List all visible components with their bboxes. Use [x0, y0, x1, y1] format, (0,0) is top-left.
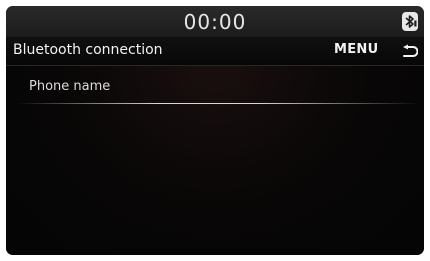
list-item-phone-name[interactable]: Phone name — [16, 72, 420, 104]
status-bar: 00:00 — [6, 6, 424, 37]
list-item-label: Phone name — [29, 79, 111, 94]
menu-button[interactable]: MENU — [334, 42, 378, 57]
clock: 00:00 — [183, 10, 247, 34]
bluetooth-status-icon — [402, 12, 418, 31]
back-arrow-icon[interactable] — [400, 44, 418, 60]
screen: 00:00 Bluetooth connection MENU Phone na… — [6, 6, 424, 255]
page-title: Bluetooth connection — [13, 42, 163, 58]
title-bar: Bluetooth connection MENU — [6, 37, 424, 66]
content-area: Phone name — [6, 66, 424, 255]
divider — [16, 103, 420, 104]
